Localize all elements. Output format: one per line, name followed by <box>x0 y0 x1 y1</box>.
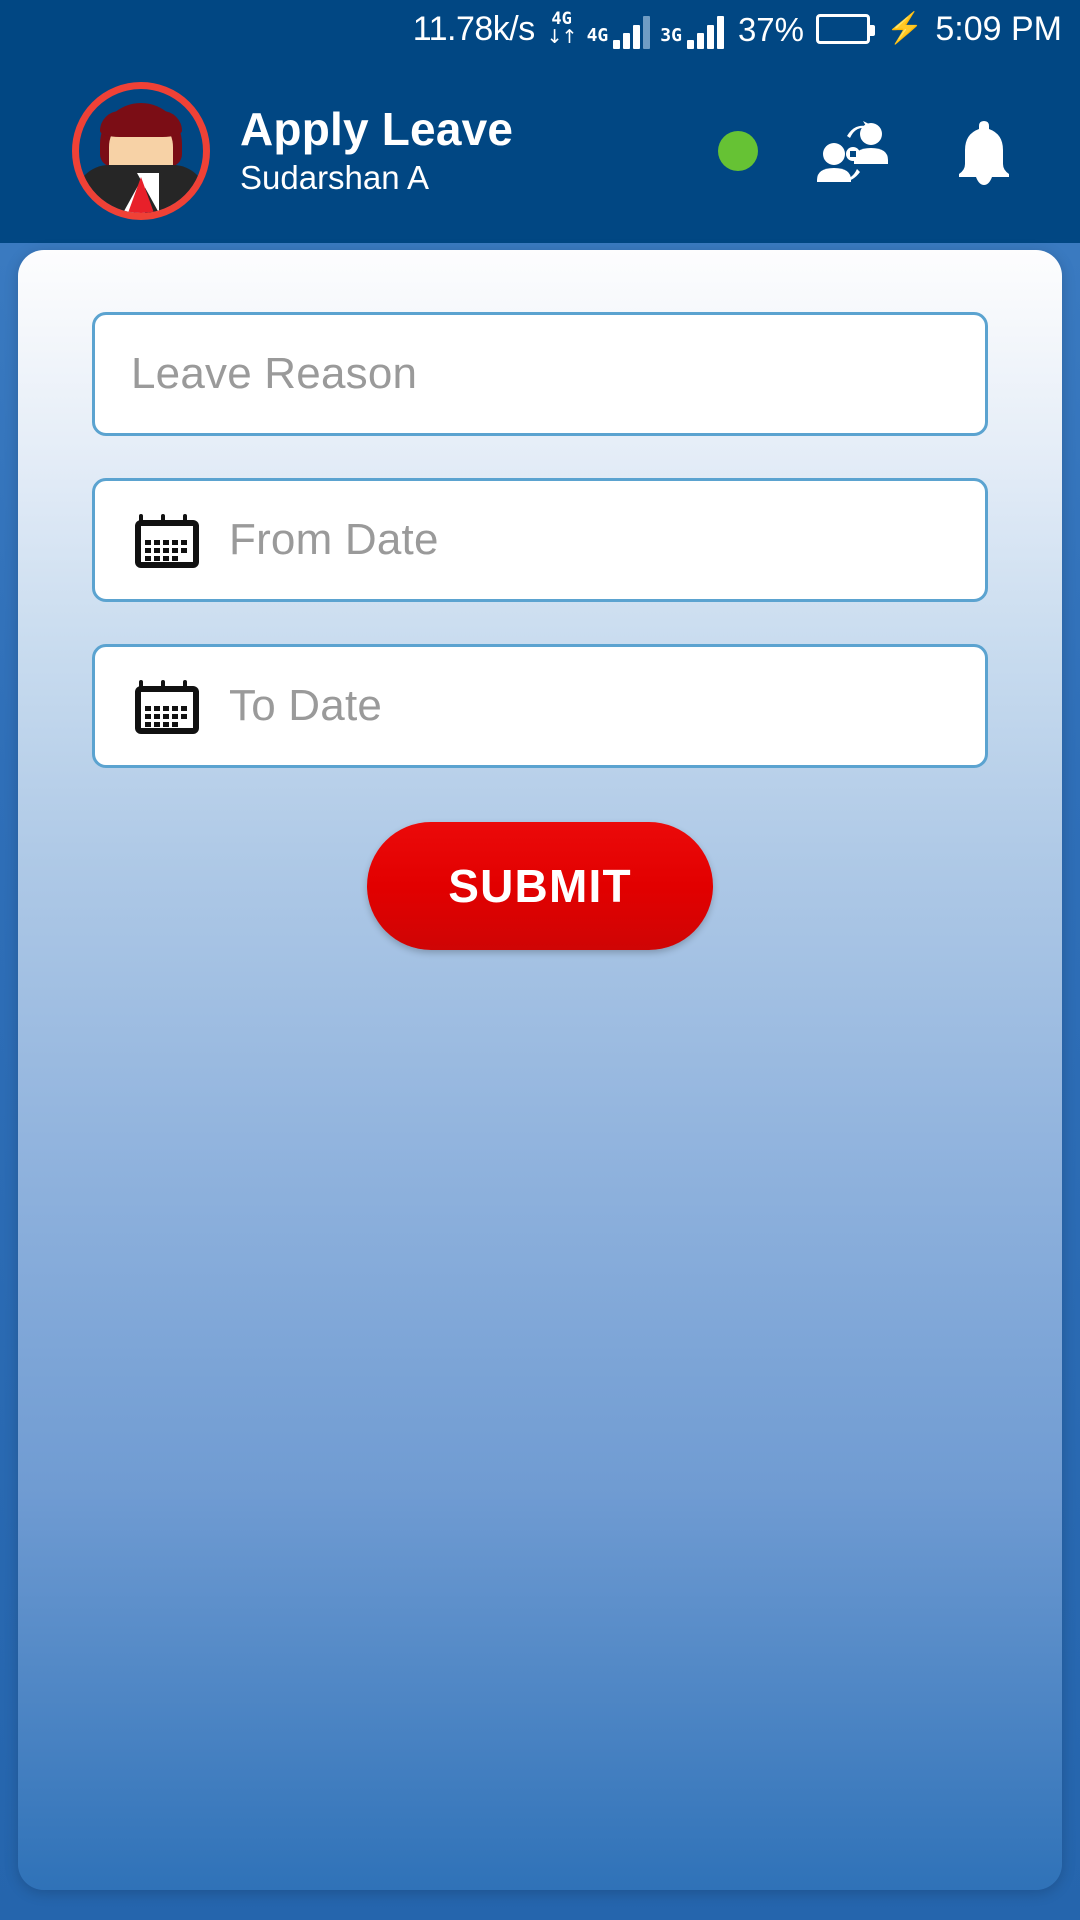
from-date-input[interactable]: From Date <box>92 478 988 602</box>
online-status-dot <box>718 130 758 171</box>
submit-row: SUBMIT <box>92 822 988 950</box>
to-date-input[interactable]: To Date <box>92 644 988 768</box>
data-transfer-arrows-icon: ↓↑ <box>546 26 578 48</box>
app-bar: Apply Leave Sudarshan A <box>0 58 1080 243</box>
data-transfer-icon: 4G ↓↑ <box>546 6 578 52</box>
calendar-icon <box>131 668 203 745</box>
network-speed-label: 11.78k/s <box>412 10 536 48</box>
sim2-network-label: 3G <box>660 25 682 46</box>
phone-screen: 11.78k/s 4G ↓↑ 4G 3G 37% ⚡ 5:09 PM Apply… <box>0 0 1080 1920</box>
page-title: Apply Leave <box>240 103 514 156</box>
leave-reason-placeholder: Leave Reason <box>131 349 418 398</box>
sim1-network-label: 4G <box>586 25 609 46</box>
battery-percent-label: 37% <box>737 10 805 48</box>
sim1-signal-bars-icon <box>613 15 651 49</box>
app-bar-actions <box>718 113 1050 189</box>
clock-label: 5:09 PM <box>935 10 1062 48</box>
switch-user-icon[interactable] <box>814 113 890 189</box>
user-avatar[interactable] <box>72 81 210 220</box>
battery-icon <box>816 14 876 44</box>
status-bar: 11.78k/s 4G ↓↑ 4G 3G 37% ⚡ 5:09 PM <box>0 0 1080 58</box>
submit-button[interactable]: SUBMIT <box>367 822 713 950</box>
sim1-signal-indicator: 4G <box>587 9 651 49</box>
to-date-placeholder: To Date <box>229 681 383 730</box>
app-bar-titles: Apply Leave Sudarshan A <box>240 105 513 196</box>
leave-reason-input[interactable]: Leave Reason <box>92 312 988 436</box>
from-date-placeholder: From Date <box>229 515 439 564</box>
sim2-signal-indicator: 3G <box>660 9 724 49</box>
user-name-label: Sudarshan A <box>240 159 429 197</box>
apply-leave-card: Leave Reason From Date To Date SUBMIT <box>18 250 1062 1890</box>
sim2-signal-bars-icon <box>686 15 724 49</box>
calendar-icon <box>131 502 203 579</box>
notification-bell-icon[interactable] <box>946 113 1022 189</box>
charging-bolt-icon: ⚡ <box>886 12 924 45</box>
